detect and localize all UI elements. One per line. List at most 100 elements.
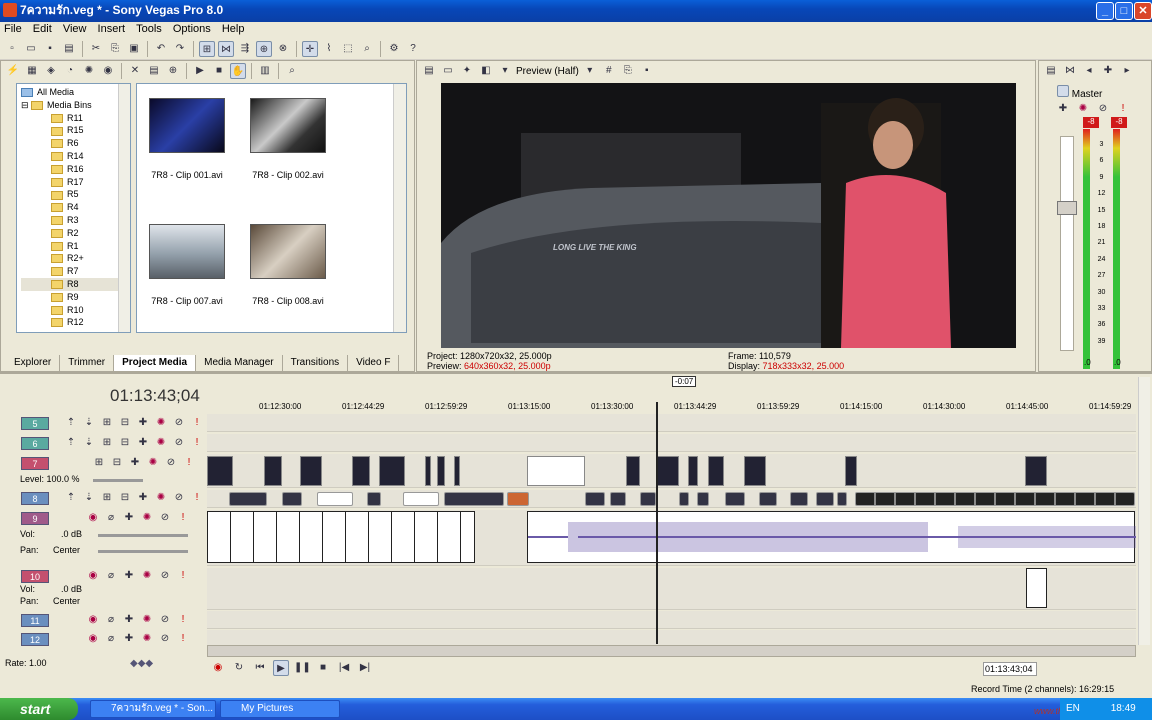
normal-edit-tool-icon[interactable]: ✛ (302, 40, 318, 57)
delete-icon[interactable]: ✕ (127, 63, 143, 79)
media-thumbnail[interactable] (250, 98, 326, 153)
open-icon[interactable]: ▭ (23, 41, 39, 57)
video-clip[interactable] (626, 456, 640, 486)
views-icon[interactable]: ▥ (257, 63, 273, 79)
video-clip[interactable] (282, 492, 302, 506)
menu-edit[interactable]: Edit (33, 23, 52, 35)
ignore-grouping-icon[interactable]: ⊗ (275, 41, 291, 57)
composite-down-icon[interactable]: ⇣ (81, 415, 97, 431)
go-to-end-icon[interactable]: ▶| (357, 660, 373, 676)
pause-icon[interactable]: ❚❚ (294, 660, 311, 676)
downmix-icon[interactable]: ⋈ (1062, 63, 1078, 79)
tree-scrollbar[interactable] (118, 84, 130, 332)
expand-icon[interactable]: ✚ (135, 490, 151, 506)
media-properties-icon[interactable]: ▤ (146, 63, 162, 79)
tree-item-bin[interactable]: R9 (21, 291, 126, 304)
video-clip[interactable] (585, 492, 605, 506)
video-clip[interactable] (1025, 456, 1047, 486)
tree-item-bin[interactable]: R1 (21, 240, 126, 253)
audio-track-lane[interactable] (207, 568, 1136, 610)
tree-item-all-media[interactable]: All Media (21, 86, 126, 99)
video-clip[interactable] (300, 456, 322, 486)
tree-item-bin[interactable]: R11 (21, 112, 126, 125)
bus-fx-icon[interactable]: ✚ (1100, 63, 1116, 79)
level-slider[interactable] (93, 479, 143, 482)
properties-icon[interactable]: ▤ (1043, 63, 1059, 79)
invert-phase-icon[interactable]: ⌀ (103, 510, 119, 526)
menu-view[interactable]: View (63, 23, 87, 35)
track-header[interactable]: 5 ⇡ ⇣ ⊞ ⊟ ✚ ✺ ⊘! (3, 414, 203, 432)
add-bin-icon[interactable]: ⊕ (165, 63, 181, 79)
new-icon[interactable]: ▫ (4, 41, 20, 57)
video-clip[interactable] (816, 492, 834, 506)
gear-icon[interactable]: ✺ (145, 455, 161, 471)
tab-transitions[interactable]: Transitions (283, 355, 349, 371)
solo-icon[interactable]: ! (175, 568, 191, 584)
gear-icon[interactable]: ✺ (139, 631, 155, 647)
audio-track-lane[interactable] (207, 611, 1136, 629)
tree-item-bin[interactable]: R17 (21, 176, 126, 189)
audio-track-header[interactable]: 11 ◉ ⌀ ✚ ✺ ⊘! (3, 611, 203, 629)
auto-preview-icon[interactable]: ✋ (230, 63, 246, 79)
track-fx-icon[interactable]: ⊟ (117, 490, 133, 506)
expand-icon[interactable]: ✚ (127, 455, 143, 471)
mute-icon[interactable]: ⊘ (163, 455, 179, 471)
video-clip[interactable] (425, 456, 431, 486)
master-fader-handle[interactable] (1057, 201, 1077, 215)
tab-media-manager[interactable]: Media Manager (196, 355, 283, 371)
gear-icon[interactable]: ✺ (153, 415, 169, 431)
taskbar-item-vegas[interactable]: 7ความรัก.veg * - Son... (90, 700, 216, 718)
arm-record-icon[interactable]: ◉ (85, 510, 101, 526)
solo-icon[interactable]: ! (181, 455, 197, 471)
tree-item-bin[interactable]: R12 (21, 316, 126, 329)
track-motion-icon[interactable]: ⊞ (99, 415, 115, 431)
video-clip[interactable] (697, 492, 709, 506)
tab-explorer[interactable]: Explorer (6, 355, 61, 371)
playhead-cursor[interactable] (656, 402, 658, 644)
menu-insert[interactable]: Insert (98, 23, 126, 35)
audio-clip[interactable] (1026, 568, 1047, 608)
video-clip[interactable] (725, 492, 745, 506)
split-screen-icon[interactable]: ◧ (478, 63, 494, 79)
menu-options[interactable]: Options (173, 23, 211, 35)
media-thumbnail[interactable] (250, 224, 326, 279)
tree-item-media-bins[interactable]: ⊟ Media Bins (21, 99, 126, 112)
mute-icon[interactable]: ⊘ (157, 631, 173, 647)
solo-icon[interactable]: ! (189, 435, 205, 451)
maximize-button[interactable]: □ (1115, 2, 1133, 20)
mute-icon[interactable]: ⊘ (157, 510, 173, 526)
ripple-icon[interactable]: ⇶ (237, 41, 253, 57)
video-clip[interactable] (610, 492, 626, 506)
help-icon[interactable]: ? (405, 41, 421, 57)
video-clip[interactable] (437, 456, 445, 486)
video-clip[interactable] (207, 456, 233, 486)
composite-down-icon[interactable]: ⇣ (81, 435, 97, 451)
dim-output-icon[interactable]: ◂ (1081, 63, 1097, 79)
chevron-down-icon[interactable]: ▾ (582, 63, 598, 79)
track-fx-icon[interactable]: ✚ (121, 568, 137, 584)
composite-up-icon[interactable]: ⇡ (63, 435, 79, 451)
snapping-icon[interactable]: ⊞ (199, 40, 215, 57)
properties-icon[interactable]: ▤ (61, 41, 77, 57)
tree-item-bin[interactable]: R2+ (21, 252, 126, 265)
zoom-tool-icon[interactable]: ⌕ (359, 41, 375, 57)
mute-icon[interactable]: ⊘ (171, 415, 187, 431)
video-clip[interactable] (403, 492, 439, 506)
save-snapshot-icon[interactable]: ▪ (639, 63, 655, 79)
solo-icon[interactable]: ! (189, 490, 205, 506)
audio-track-header[interactable]: 9 ◉ ⌀ ✚ ✺ ⊘! Vol: .0 dB Pan: Center (3, 509, 203, 565)
tree-item-bin[interactable]: R14 (21, 150, 126, 163)
tree-item-bin[interactable]: R2 (21, 227, 126, 240)
track-lane[interactable] (207, 414, 1136, 432)
mute-icon[interactable]: ⊘ (171, 435, 187, 451)
track-lane[interactable] (207, 434, 1136, 452)
stop-icon[interactable]: ■ (315, 660, 331, 676)
composite-up-icon[interactable]: ⇡ (63, 415, 79, 431)
gear-icon[interactable]: ✺ (153, 490, 169, 506)
mixer-options-icon[interactable]: ▸ (1119, 63, 1135, 79)
auto-crossfade-icon[interactable]: ⋈ (218, 40, 234, 57)
copy-snapshot-icon[interactable]: ⎘ (620, 63, 636, 79)
expand-icon[interactable]: ✚ (135, 435, 151, 451)
save-icon[interactable]: ▪ (42, 41, 58, 57)
go-to-start-icon[interactable]: |◀ (336, 660, 352, 676)
